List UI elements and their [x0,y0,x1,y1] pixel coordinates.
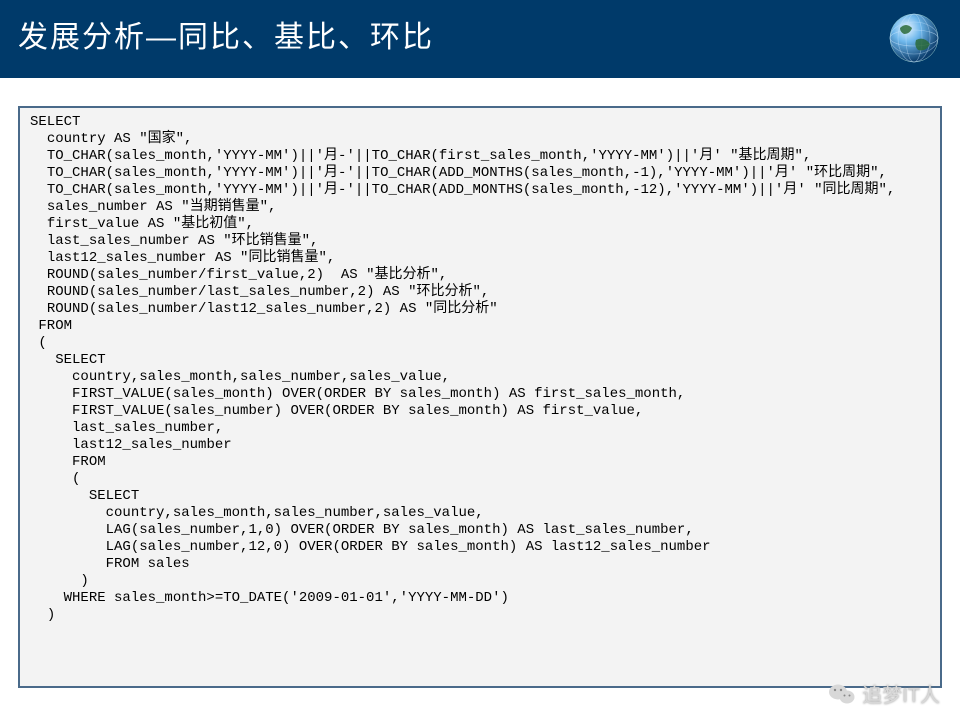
sql-code-block: SELECT country AS "国家", TO_CHAR(sales_mo… [18,106,942,688]
globe-icon [886,10,942,66]
page-title: 发展分析—同比、基比、环比 [18,21,434,54]
watermark-label: 追梦IT人 [862,679,940,708]
slide-header: 发展分析—同比、基比、环比 [0,0,960,78]
wechat-icon [828,682,856,706]
watermark: 追梦IT人 [828,679,940,708]
